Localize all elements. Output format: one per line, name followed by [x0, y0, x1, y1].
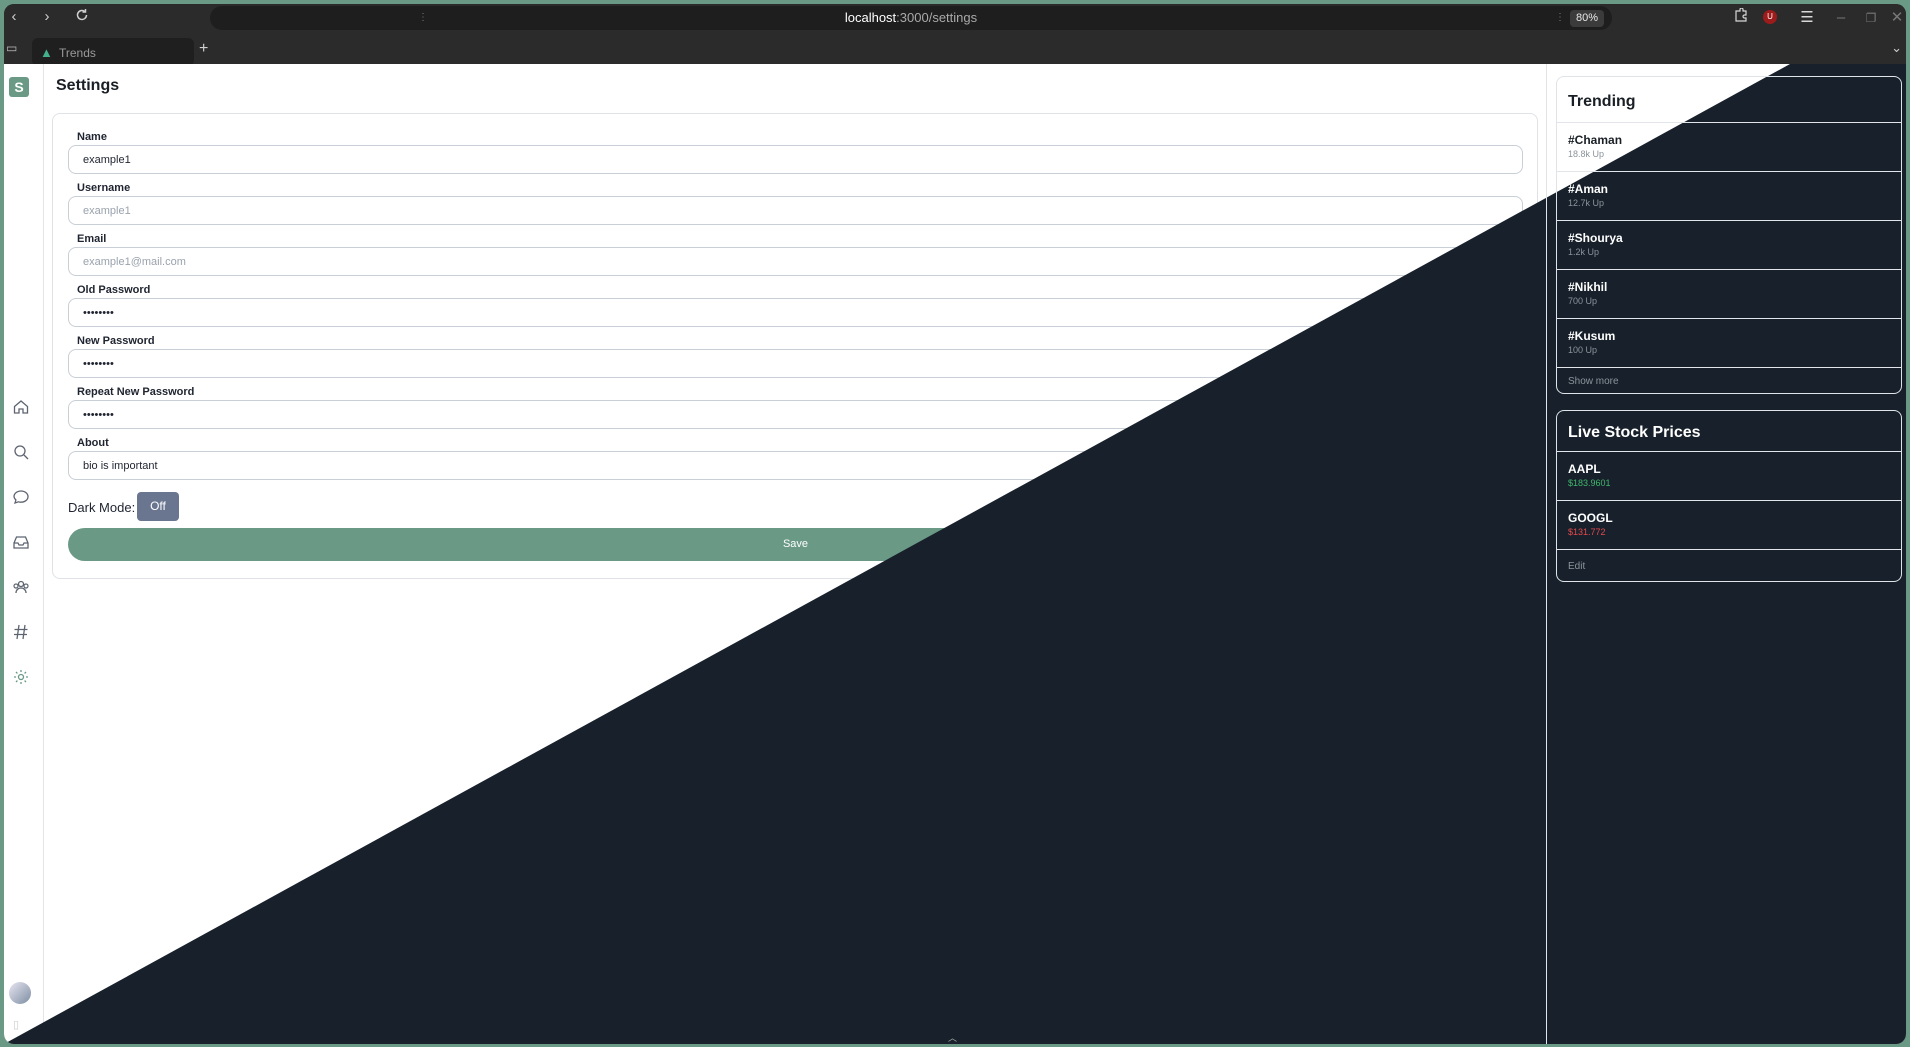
repeat-password-field[interactable]: [68, 400, 1523, 429]
trending-count: 1.2k Up: [1568, 247, 1600, 257]
stocks-card: Live Stock Prices AAPL $183.9601 GOOGL $…: [1556, 410, 1902, 582]
hashtag-icon[interactable]: [12, 623, 32, 643]
address-bar[interactable]: ⋮ localhost:3000/settings ⋮ 80%: [210, 6, 1612, 30]
page-actions-icon[interactable]: ⋮: [1555, 12, 1565, 23]
chat-icon[interactable]: [12, 488, 32, 508]
trending-count: 18.8k Up: [1568, 149, 1605, 159]
reload-icon[interactable]: [72, 8, 92, 26]
scroll-up-icon[interactable]: ︿: [948, 1031, 957, 1044]
avatar[interactable]: [9, 982, 31, 1004]
trending-tag: #Kusum: [1568, 329, 1616, 343]
browser-window: ‹ › ⋮ localhost:3000/settings ⋮ 80% U ☰ …: [4, 4, 1906, 1044]
restore-icon[interactable]: ❐: [1861, 8, 1881, 28]
search-icon[interactable]: [12, 443, 32, 463]
left-nav-rail: S ▯: [4, 64, 44, 1044]
tab-trends[interactable]: ▲ Trends: [32, 38, 194, 66]
community-icon[interactable]: [12, 578, 32, 598]
trending-item[interactable]: #Shourya 1.2k Up: [1557, 220, 1901, 269]
dark-mode-toggle[interactable]: Off: [137, 492, 179, 521]
document-icon[interactable]: ▯: [13, 1018, 19, 1031]
edit-stocks-link[interactable]: Edit: [1568, 561, 1585, 572]
stocks-title: Live Stock Prices: [1568, 424, 1701, 441]
stock-symbol: GOOGL: [1568, 511, 1613, 525]
chevron-down-icon[interactable]: ⌄: [1891, 40, 1902, 56]
trending-item[interactable]: #Chaman 18.8k Up: [1557, 122, 1901, 171]
trending-tag: #Shourya: [1568, 231, 1623, 245]
nuxt-logo-icon: ▲: [40, 45, 53, 60]
trending-count: 12.7k Up: [1568, 198, 1605, 208]
back-icon[interactable]: ‹: [4, 8, 24, 26]
zoom-indicator[interactable]: 80%: [1570, 10, 1604, 27]
browser-toolbar: ‹ › ⋮ localhost:3000/settings ⋮ 80% U ☰ …: [4, 4, 1906, 30]
trending-tag: #Aman: [1568, 182, 1609, 196]
about-label: About: [77, 437, 109, 449]
new-password-label: New Password: [77, 335, 155, 347]
repeat-password-label: Repeat New Password: [77, 386, 195, 398]
trending-count: 100 Up: [1568, 345, 1598, 355]
email-field[interactable]: [68, 247, 1523, 276]
new-password-field[interactable]: [68, 349, 1523, 378]
username-label: Username: [77, 182, 131, 194]
forward-icon[interactable]: ›: [37, 8, 57, 26]
new-tab-button[interactable]: +: [199, 40, 208, 58]
stock-item[interactable]: GOOGL $131.772: [1557, 500, 1901, 549]
trending-card: Trending #Chaman 18.8k Up #Aman 12.7k Up…: [1556, 76, 1902, 394]
email-label: Email: [77, 233, 107, 245]
username-field[interactable]: [68, 196, 1523, 225]
dark-mode-label: Dark Mode:: [68, 500, 136, 515]
stocks-footer: Edit: [1557, 549, 1901, 581]
page-title: Settings: [56, 77, 120, 94]
settings-icon[interactable]: [12, 668, 32, 688]
url-text[interactable]: localhost:3000/settings: [210, 10, 1612, 25]
about-field[interactable]: [68, 451, 1523, 480]
trending-tag: #Nikhil: [1568, 280, 1608, 294]
stock-price: $131.772: [1568, 527, 1606, 537]
stock-symbol: AAPL: [1568, 462, 1601, 476]
trending-tag: #Chaman: [1568, 133, 1623, 147]
old-password-field[interactable]: [68, 298, 1523, 327]
tab-strip: ▭ ▲ Trends + ⌄: [4, 30, 1906, 66]
settings-form-card: [52, 113, 1538, 579]
stock-item[interactable]: AAPL $183.9601: [1557, 451, 1901, 500]
old-password-label: Old Password: [77, 284, 151, 296]
stock-price: $183.9601: [1568, 478, 1611, 488]
sidebar-toggle-icon[interactable]: ▭: [6, 41, 17, 55]
app-logo[interactable]: S: [9, 77, 29, 97]
inbox-icon[interactable]: [12, 533, 32, 553]
home-icon[interactable]: [12, 398, 32, 418]
extensions-icon[interactable]: [1731, 7, 1751, 28]
trending-item[interactable]: #Kusum 100 Up: [1557, 318, 1901, 367]
trending-item[interactable]: #Aman 12.7k Up: [1557, 171, 1901, 220]
close-window-icon[interactable]: ✕: [1887, 8, 1906, 28]
save-button[interactable]: Save: [68, 528, 1523, 561]
trending-title: Trending: [1568, 93, 1636, 110]
trending-count: 700 Up: [1568, 296, 1598, 306]
show-more-link[interactable]: Show more: [1568, 376, 1619, 387]
trending-item[interactable]: #Nikhil 700 Up: [1557, 269, 1901, 318]
name-field[interactable]: [68, 145, 1523, 174]
menu-icon[interactable]: ☰: [1797, 8, 1817, 28]
minimize-icon[interactable]: –: [1831, 8, 1851, 28]
ublock-icon[interactable]: U: [1763, 10, 1777, 24]
name-label: Name: [77, 131, 107, 143]
trending-footer: Show more: [1557, 367, 1901, 393]
tab-label: Trends: [59, 46, 96, 60]
page-viewport: S ▯ Settings Name example1 Username exam…: [4, 64, 1906, 1044]
